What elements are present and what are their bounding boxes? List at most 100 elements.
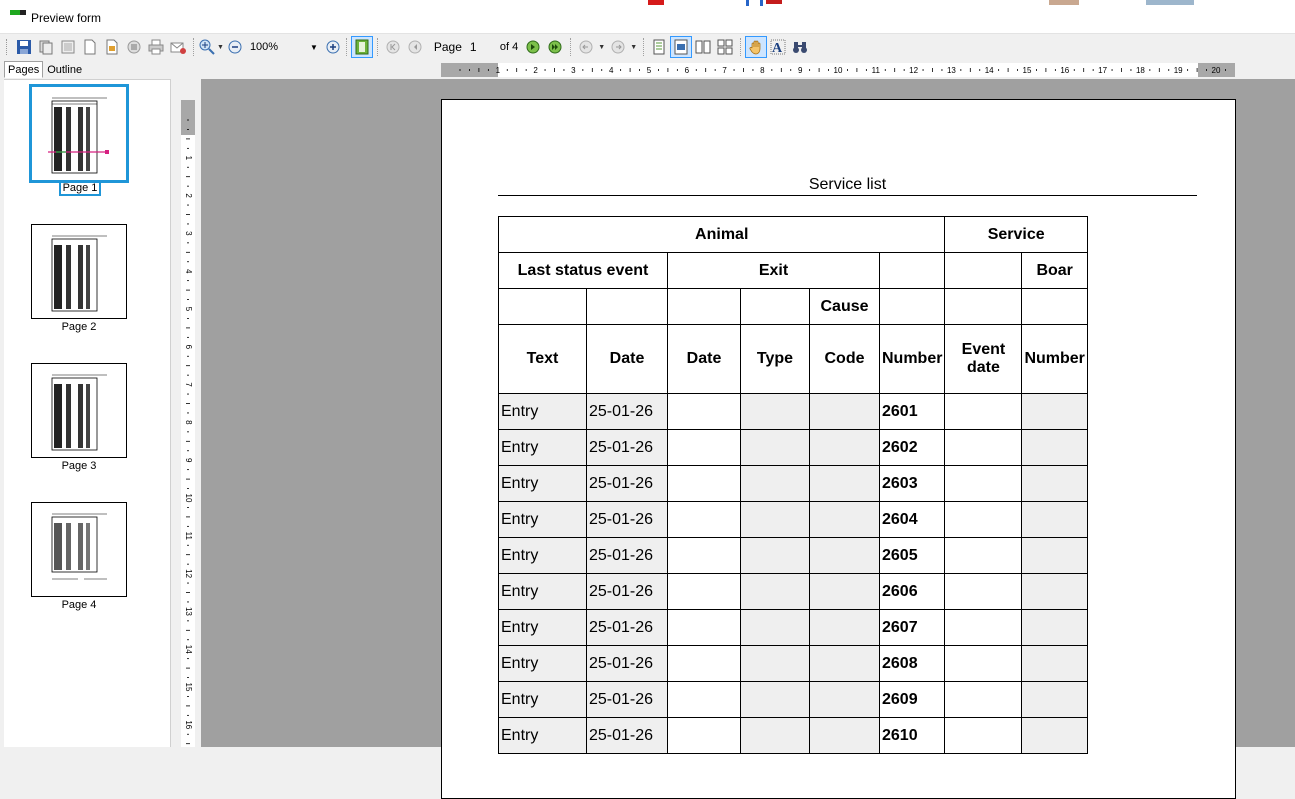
title-bar: Preview form (0, 0, 1295, 34)
background-window-fragment (1146, 0, 1194, 5)
text-select-icon: A (770, 39, 786, 55)
ruler-label: 20 (1212, 66, 1221, 75)
page-setup-button[interactable] (57, 36, 79, 58)
cell-type (740, 717, 810, 754)
page-miniature (48, 93, 111, 175)
forward-button[interactable] (607, 36, 629, 58)
single-page-view-button[interactable] (648, 36, 670, 58)
header-empty (586, 288, 668, 325)
forward-dropdown-arrow-icon[interactable]: ▼ (630, 44, 637, 51)
tab-pages[interactable]: Pages (4, 61, 44, 78)
thumbnail-page-1[interactable] (29, 84, 129, 183)
find-button[interactable] (789, 36, 811, 58)
page-miniature (48, 231, 111, 313)
cell-type (740, 501, 810, 538)
toolbar-separator (345, 38, 347, 56)
header-last-status-event: Last status event (498, 252, 668, 289)
page-frame-icon (61, 40, 75, 54)
cell-text: Entry (498, 501, 587, 538)
print-setup-button[interactable] (35, 36, 57, 58)
back-dropdown-arrow-icon[interactable]: ▼ (598, 44, 605, 51)
ruler-label: 12 (184, 569, 193, 578)
cell-number: 2608 (878, 645, 946, 682)
ruler-label: 11 (184, 532, 193, 541)
vertical-ruler: 1 2 3 4 5 6 7 8 9 10 11 12 13 14 15 16 (171, 79, 201, 747)
cell-number: 2610 (878, 717, 946, 754)
toolbar-separator (570, 38, 572, 56)
column-header-type: Type (740, 324, 810, 394)
header-empty (944, 288, 1023, 325)
ruler-label: 12 (909, 66, 918, 75)
next-page-button[interactable] (522, 36, 544, 58)
export-button[interactable] (101, 36, 123, 58)
copy-icon (39, 40, 53, 55)
background-window-fragment (766, 0, 782, 4)
back-button[interactable] (575, 36, 597, 58)
two-pages-icon (695, 40, 711, 54)
background-window-fragment (648, 0, 664, 5)
cell-number: 2603 (878, 465, 946, 502)
ruler-label: 14 (985, 66, 994, 75)
zoom-plus-button[interactable] (324, 36, 342, 58)
thumbnail-label-page-1: Page 1 (59, 180, 101, 196)
blank-page-button[interactable] (79, 36, 101, 58)
column-header-text: Text (498, 324, 587, 394)
multiple-pages-view-button[interactable] (714, 36, 736, 58)
column-header-event-date: Event date (944, 324, 1023, 394)
preview-area[interactable]: Service list Animal Service Last status … (201, 79, 1295, 799)
cell-code (809, 573, 880, 610)
page-number-input[interactable]: 1 (468, 40, 500, 54)
cell-code (809, 429, 880, 466)
hand-tool-button[interactable] (745, 36, 768, 58)
last-page-button[interactable] (544, 36, 566, 58)
cell-boar-number (1021, 501, 1088, 538)
email-button[interactable] (167, 36, 189, 58)
ruler-label: 18 (1136, 66, 1145, 75)
ruler-label: 14 (184, 645, 193, 654)
text-select-button[interactable]: A (767, 36, 789, 58)
cell-code (809, 609, 880, 646)
two-pages-view-button[interactable] (692, 36, 714, 58)
ruler-label: 16 (1060, 66, 1069, 75)
first-page-icon (386, 40, 400, 54)
hand-icon (749, 40, 761, 55)
print-button[interactable] (145, 36, 167, 58)
ruler-label: 6 (685, 66, 690, 75)
export-icon (106, 39, 118, 55)
cell-date: 25-01-26 (586, 537, 668, 574)
toolbar-separator (643, 38, 645, 56)
cell-date: 25-01-26 (586, 645, 668, 682)
first-page-button[interactable] (382, 36, 404, 58)
blank-page-icon (84, 39, 96, 55)
zoom-combobox[interactable]: 100% (248, 38, 306, 56)
cell-boar-number (1021, 429, 1088, 466)
thumbnails-panel[interactable]: Page 1 Page 2 Page 3 Page 4 (4, 79, 171, 747)
zoom-dropdown-arrow-icon[interactable]: ▼ (217, 44, 224, 51)
header-empty (740, 288, 810, 325)
zoom-combobox-arrow-icon[interactable]: ▼ (310, 43, 318, 52)
zoom-out-button[interactable] (226, 36, 244, 58)
cell-type (740, 681, 810, 718)
tab-outline[interactable]: Outline (43, 61, 86, 79)
cell-exit-date (667, 537, 741, 574)
horizontal-ruler-ticks: 1 2 3 4 5 6 7 8 9 10 11 12 13 14 15 16 17 18 19 20 (459, 66, 1226, 75)
cell-exit-date (667, 393, 741, 430)
page-miniature (48, 509, 111, 591)
cell-number: 2609 (878, 681, 946, 718)
save-button[interactable] (13, 36, 35, 58)
previous-page-button[interactable] (404, 36, 426, 58)
cell-event-date (944, 537, 1023, 574)
thumbnail-page-3[interactable] (31, 363, 127, 458)
thumbnails-toggle-button[interactable] (350, 36, 373, 58)
stop-button[interactable] (123, 36, 145, 58)
cell-date: 25-01-26 (586, 573, 668, 610)
thumbnail-page-2[interactable] (31, 224, 127, 319)
page-width-view-button[interactable] (670, 36, 693, 58)
cell-type (740, 645, 810, 682)
toolbar-grip (6, 39, 9, 55)
thumbnail-page-4[interactable] (31, 502, 127, 597)
back-icon (579, 40, 593, 54)
cell-boar-number (1021, 609, 1088, 646)
zoom-in-button[interactable] (198, 36, 216, 58)
ruler-label: 8 (184, 420, 193, 425)
